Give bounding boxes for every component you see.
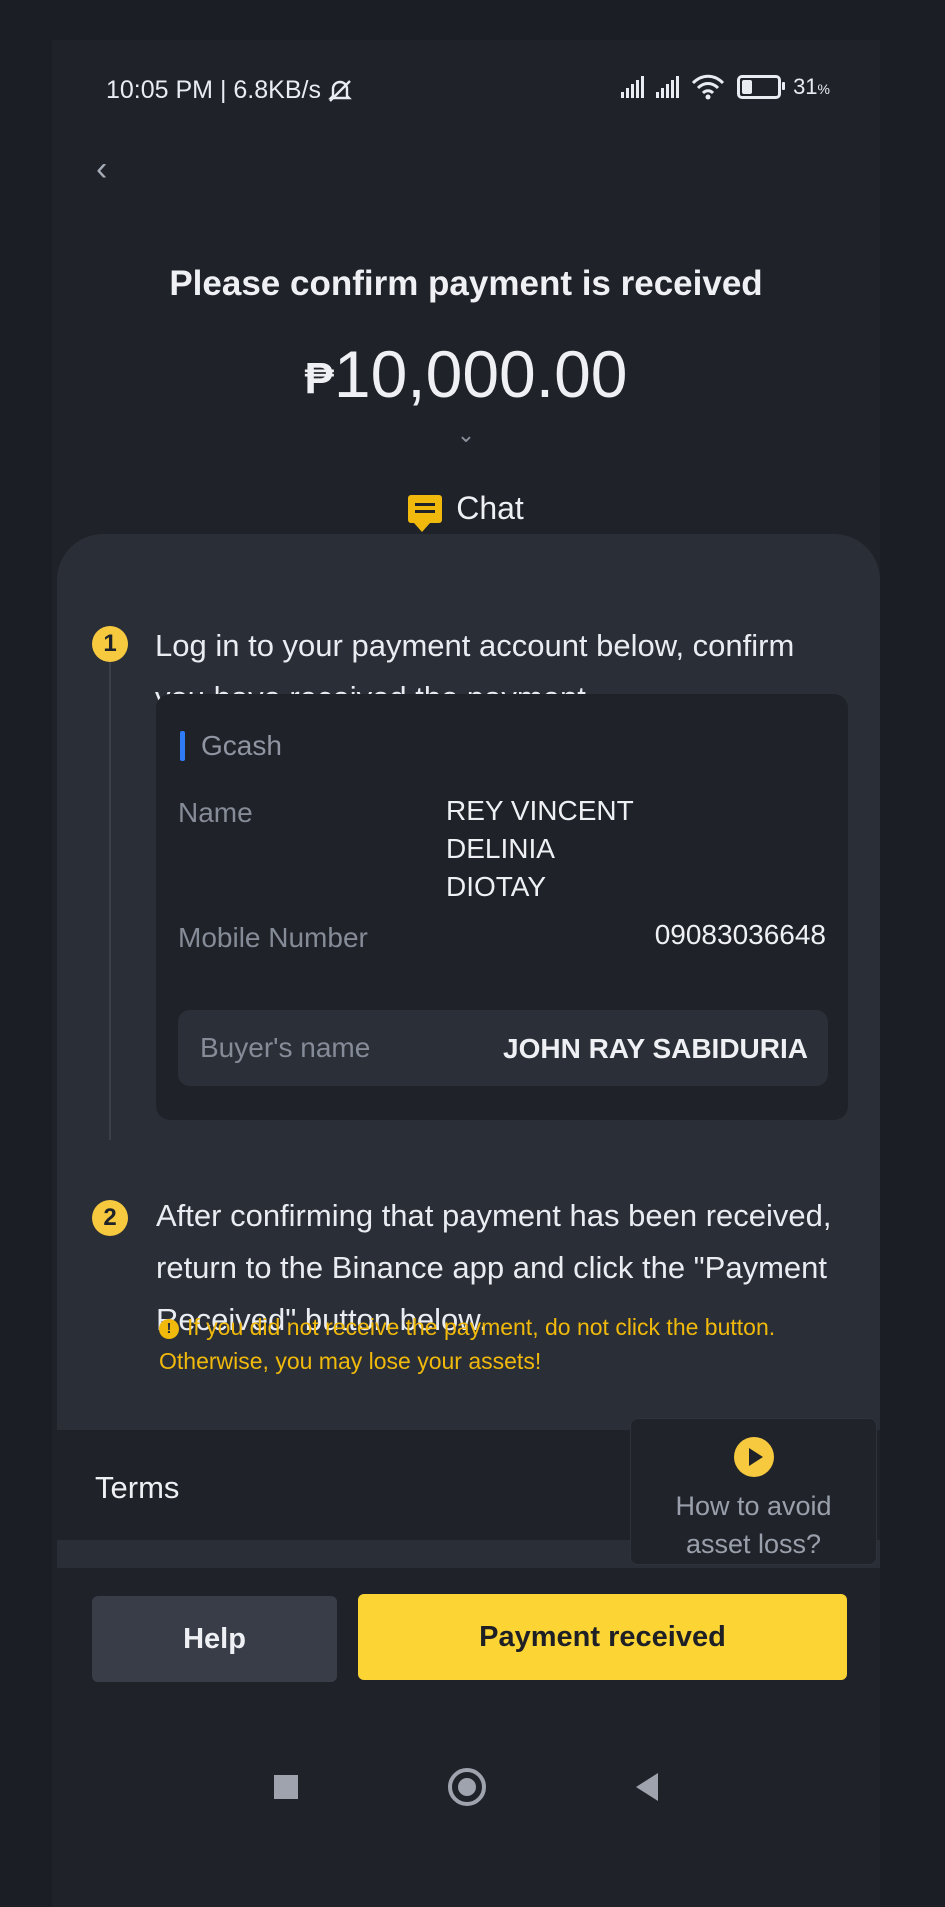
- page-title: Please confirm payment is received: [169, 264, 763, 303]
- warning-line-2: Otherwise, you may lose your assets!: [159, 1348, 542, 1374]
- payment-method-header: Gcash: [180, 730, 282, 762]
- terms-label: Terms: [95, 1470, 180, 1505]
- signal-icon: [621, 76, 645, 98]
- name-value-line-2: DIOTAY: [446, 871, 547, 902]
- signal-icon: [656, 76, 680, 98]
- app-screen: 10:05 PM | 6.8KB/s 31% ‹ Please confirm …: [52, 40, 880, 1907]
- info-icon: !: [159, 1319, 179, 1339]
- expand-details-chevron-icon[interactable]: ⌄: [52, 422, 880, 448]
- chat-icon: [408, 494, 443, 532]
- chat-label: Chat: [456, 490, 524, 526]
- avoid-loss-line-2: asset loss?: [685, 1529, 822, 1559]
- method-accent-bar: [180, 731, 185, 761]
- play-icon: [733, 1437, 774, 1477]
- payment-method-name: Gcash: [201, 730, 282, 761]
- payment-amount: ₱10,000.00: [52, 336, 880, 412]
- step-number-badge: 1: [92, 626, 128, 662]
- amount-value: 10,000.00: [333, 337, 628, 411]
- mobile-number-label: Mobile Number: [178, 922, 368, 953]
- mobile-number-value[interactable]: 09083036648: [655, 916, 826, 954]
- home-icon[interactable]: [448, 1768, 486, 1806]
- payment-received-button[interactable]: Payment received: [358, 1594, 847, 1680]
- status-time-speed: 10:05 PM | 6.8KB/s: [106, 76, 321, 104]
- back-chevron-icon[interactable]: ‹: [96, 150, 107, 189]
- buyer-name-label: Buyer's name: [200, 1032, 371, 1063]
- mute-bell-icon: [328, 79, 352, 102]
- chat-button[interactable]: Chat: [52, 490, 880, 532]
- step-number-badge: 2: [92, 1200, 128, 1236]
- warning-line-1: If you did not receive the payment, do n…: [187, 1314, 776, 1340]
- avoid-asset-loss-video[interactable]: How to avoid asset loss?: [630, 1418, 877, 1565]
- back-triangle-icon[interactable]: [636, 1773, 658, 1801]
- help-button[interactable]: Help: [92, 1596, 337, 1682]
- name-value[interactable]: REY VINCENT DELINIA DIOTAY: [446, 792, 746, 906]
- recents-icon[interactable]: [274, 1775, 298, 1799]
- payment-method-card: Gcash Name REY VINCENT DELINIA DIOTAY Mo…: [156, 694, 848, 1120]
- steps-connector-line: [109, 640, 111, 1140]
- system-nav-bar: [52, 1768, 880, 1806]
- name-value-line-1: REY VINCENT DELINIA: [446, 795, 634, 864]
- buyer-name-value: JOHN RAY SABIDURIA: [503, 1033, 808, 1064]
- name-label: Name: [178, 797, 253, 828]
- asset-loss-warning: ! If you did not receive the payment, do …: [159, 1310, 859, 1378]
- battery-level: 31%: [793, 74, 830, 99]
- battery-icon: [737, 75, 786, 99]
- status-bar-left: 10:05 PM | 6.8KB/s: [106, 76, 353, 105]
- wifi-icon: [692, 74, 725, 100]
- avoid-loss-line-1: How to avoid: [675, 1491, 832, 1521]
- buyer-name-row: Buyer's name JOHN RAY SABIDURIA: [178, 1010, 828, 1086]
- status-bar-right: 31%: [621, 74, 830, 100]
- currency-symbol: ₱: [304, 354, 334, 403]
